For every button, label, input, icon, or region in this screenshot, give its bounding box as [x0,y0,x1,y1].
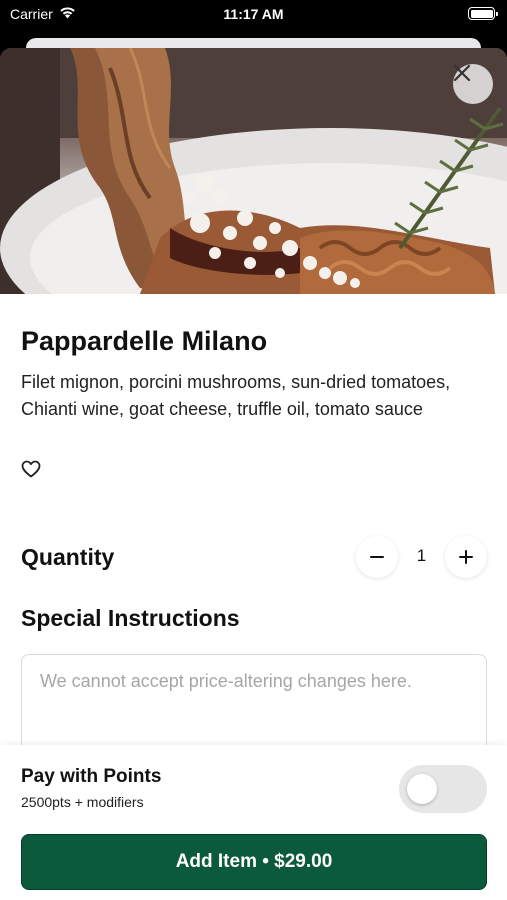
favorite-button[interactable] [21,460,41,478]
special-instructions-label: Special Instructions [21,605,240,631]
quantity-label: Quantity [21,544,115,570]
quantity-stepper: 1 [356,536,487,578]
battery-icon [468,7,498,20]
quantity-value: 1 [416,546,427,565]
pay-with-points-title: Pay with Points [21,766,162,787]
decrease-quantity-button[interactable] [356,536,398,578]
minus-icon [370,556,384,558]
pay-with-points-subtitle: 2500pts + modifiers [21,794,144,810]
status-bar: Carrier 11:17 AM [0,0,507,30]
toggle-knob [407,774,437,804]
pay-with-points-toggle[interactable] [399,765,487,813]
close-button[interactable] [453,64,493,104]
item-photo [0,48,507,294]
plus-icon [459,550,473,564]
increase-quantity-button[interactable] [445,536,487,578]
item-detail-sheet: Pappardelle Milano Filet mignon, porcini… [0,48,507,900]
item-description: Filet mignon, porcini mushrooms, sun-dri… [21,372,451,419]
status-time: 11:17 AM [223,6,284,22]
close-icon [453,64,471,82]
screen: Carrier 11:17 AM Pappardelle Milano File… [0,0,507,900]
add-item-button[interactable]: Add Item • $29.00 [21,834,487,890]
checkout-footer: Pay with Points 2500pts + modifiers Add … [0,745,507,900]
item-title: Pappardelle Milano [21,326,268,356]
heart-icon [21,460,41,478]
